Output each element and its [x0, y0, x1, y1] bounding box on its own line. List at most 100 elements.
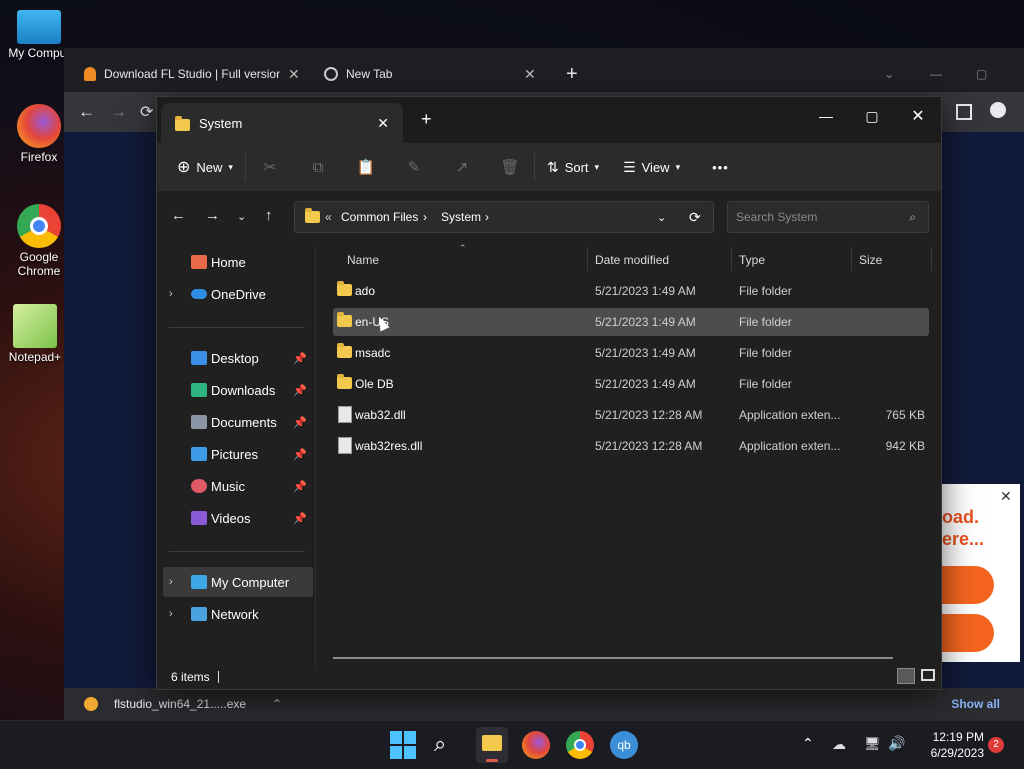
- breadcrumb-common-files[interactable]: Common Files: [341, 210, 418, 224]
- tiles-view-icon[interactable]: [921, 669, 935, 681]
- share-icon[interactable]: ↗: [438, 158, 486, 176]
- column-header-date[interactable]: Date modified: [595, 253, 669, 267]
- copy-icon[interactable]: ⧉: [294, 159, 342, 176]
- desktop-icon-notepadpp[interactable]: Notepad+: [0, 304, 70, 364]
- chevron-up-icon[interactable]: ⌃: [272, 697, 282, 711]
- ad-popup[interactable]: ✕ oad. ere...: [940, 484, 1020, 662]
- close-tab-icon[interactable]: ✕: [377, 115, 389, 132]
- back-icon[interactable]: ←: [78, 102, 95, 122]
- column-divider[interactable]: [587, 247, 588, 271]
- chevron-down-icon[interactable]: ⌄: [657, 211, 666, 224]
- browser-tab-new-tab[interactable]: New Tab ✕: [324, 60, 542, 88]
- close-tab-icon[interactable]: ✕: [524, 66, 536, 83]
- horizontal-scrollbar[interactable]: [333, 657, 893, 659]
- details-view-icon[interactable]: [897, 668, 915, 684]
- maximize-icon[interactable]: ▢: [976, 60, 987, 88]
- pane-divider[interactable]: [315, 247, 316, 667]
- search-box[interactable]: Search System ⌕: [727, 201, 929, 233]
- chevron-right-icon[interactable]: ›: [169, 576, 173, 588]
- sidepanel-icon[interactable]: [956, 104, 972, 120]
- show-all-link[interactable]: Show all: [951, 697, 1000, 711]
- chevron-up-icon[interactable]: ⌃: [802, 735, 814, 752]
- pin-icon[interactable]: 📌: [293, 384, 307, 397]
- pin-icon[interactable]: 📌: [293, 416, 307, 429]
- sort-button[interactable]: ⇅ Sort ▾: [535, 159, 611, 176]
- sidebar-item-network[interactable]: › Network: [163, 599, 313, 629]
- rename-icon[interactable]: ✎: [390, 158, 438, 176]
- table-row-selected[interactable]: en-US 5/21/2023 1:49 AM File folder: [333, 308, 929, 336]
- ad-button-2[interactable]: [940, 614, 994, 652]
- up-icon[interactable]: ↑: [265, 207, 273, 224]
- download-filename[interactable]: flstudio_win64_21.....exe: [114, 697, 246, 711]
- breadcrumb-system[interactable]: System: [441, 210, 481, 224]
- pin-icon[interactable]: 📌: [293, 480, 307, 493]
- chevron-right-icon[interactable]: ›: [169, 608, 173, 620]
- table-row[interactable]: ado 5/21/2023 1:49 AM File folder: [333, 277, 929, 305]
- column-header-size[interactable]: Size: [859, 253, 882, 267]
- pin-icon[interactable]: 📌: [293, 512, 307, 525]
- ad-button-1[interactable]: [940, 566, 994, 604]
- firefox-icon[interactable]: [522, 731, 550, 759]
- sidebar-item-home[interactable]: Home: [163, 247, 313, 277]
- paste-icon[interactable]: 📋: [342, 158, 390, 176]
- view-button[interactable]: ☰ View ▾: [611, 159, 692, 176]
- address-bar[interactable]: « Common Files › System › ⌄ ⟳: [294, 201, 714, 233]
- table-row[interactable]: wab32res.dll 5/21/2023 12:28 AM Applicat…: [333, 432, 929, 460]
- forward-icon[interactable]: →: [110, 102, 127, 122]
- close-tab-icon[interactable]: ✕: [288, 66, 300, 83]
- table-row[interactable]: wab32.dll 5/21/2023 12:28 AM Application…: [333, 401, 929, 429]
- sidebar-item-downloads[interactable]: Downloads 📌: [163, 375, 313, 405]
- volume-icon[interactable]: 🔊: [888, 735, 905, 752]
- browser-tab-flstudio[interactable]: Download FL Studio | Full version ✕: [84, 60, 304, 88]
- refresh-icon[interactable]: ⟳: [689, 209, 701, 226]
- search-icon[interactable]: ⌕: [434, 731, 462, 759]
- sidebar-item-onedrive[interactable]: › OneDrive: [163, 279, 313, 309]
- pin-icon[interactable]: 📌: [293, 352, 307, 365]
- table-row[interactable]: Ole DB 5/21/2023 1:49 AM File folder: [333, 370, 929, 398]
- column-divider[interactable]: [931, 247, 932, 271]
- delete-icon[interactable]: 🗑: [486, 158, 534, 176]
- tab-search-icon[interactable]: ⌄: [884, 60, 894, 88]
- clock[interactable]: 12:19 PM 6/29/2023: [912, 729, 984, 761]
- close-ad-icon[interactable]: ✕: [1000, 488, 1012, 505]
- onedrive-offline-icon[interactable]: ☁: [832, 736, 846, 753]
- pin-icon[interactable]: 📌: [293, 448, 307, 461]
- sidebar-item-pictures[interactable]: Pictures 📌: [163, 439, 313, 469]
- column-divider[interactable]: [851, 247, 852, 271]
- recent-locations-icon[interactable]: ⌄: [237, 210, 246, 223]
- more-options-button[interactable]: •••: [692, 160, 741, 175]
- maximize-icon[interactable]: ▢: [849, 101, 895, 131]
- column-divider[interactable]: [731, 247, 732, 271]
- sidebar-item-desktop[interactable]: Desktop 📌: [163, 343, 313, 373]
- minimize-icon[interactable]: —: [803, 101, 849, 131]
- profile-icon[interactable]: [990, 102, 1006, 118]
- breadcrumb-overflow[interactable]: «: [325, 210, 332, 224]
- sidebar-item-music[interactable]: Music 📌: [163, 471, 313, 501]
- reload-icon[interactable]: ⟳: [140, 102, 153, 122]
- windows-start-icon[interactable]: [390, 731, 418, 759]
- forward-icon[interactable]: →: [205, 207, 220, 224]
- chevron-right-icon[interactable]: ›: [169, 288, 173, 300]
- network-icon[interactable]: 🖥: [864, 736, 881, 752]
- column-header-type[interactable]: Type: [739, 253, 765, 267]
- desktop-icon: [191, 351, 207, 365]
- new-button[interactable]: ⊕ New ▾: [157, 157, 245, 177]
- close-window-icon[interactable]: ✕: [895, 101, 941, 131]
- new-tab-button[interactable]: +: [566, 60, 578, 88]
- back-icon[interactable]: ←: [171, 207, 186, 224]
- qbittorrent-icon[interactable]: qb: [610, 731, 638, 759]
- new-tab-button[interactable]: +: [421, 109, 432, 130]
- cut-icon[interactable]: ✂: [246, 158, 294, 176]
- browser-tabstrip: Download FL Studio | Full version ✕ New …: [64, 48, 1024, 98]
- column-header-name[interactable]: Name: [347, 253, 379, 267]
- file-explorer-icon[interactable]: [476, 727, 508, 763]
- explorer-tab-system[interactable]: System ✕: [161, 103, 403, 143]
- sidebar-item-documents[interactable]: Documents 📌: [163, 407, 313, 437]
- monitor-icon: [17, 10, 61, 44]
- sidebar-item-videos[interactable]: Videos 📌: [163, 503, 313, 533]
- sidebar-item-my-computer[interactable]: › My Computer: [163, 567, 313, 597]
- chrome-icon[interactable]: [566, 731, 594, 759]
- table-row[interactable]: msadc 5/21/2023 1:49 AM File folder: [333, 339, 929, 367]
- notification-badge[interactable]: 2: [988, 737, 1004, 753]
- minimize-icon[interactable]: —: [930, 60, 942, 88]
